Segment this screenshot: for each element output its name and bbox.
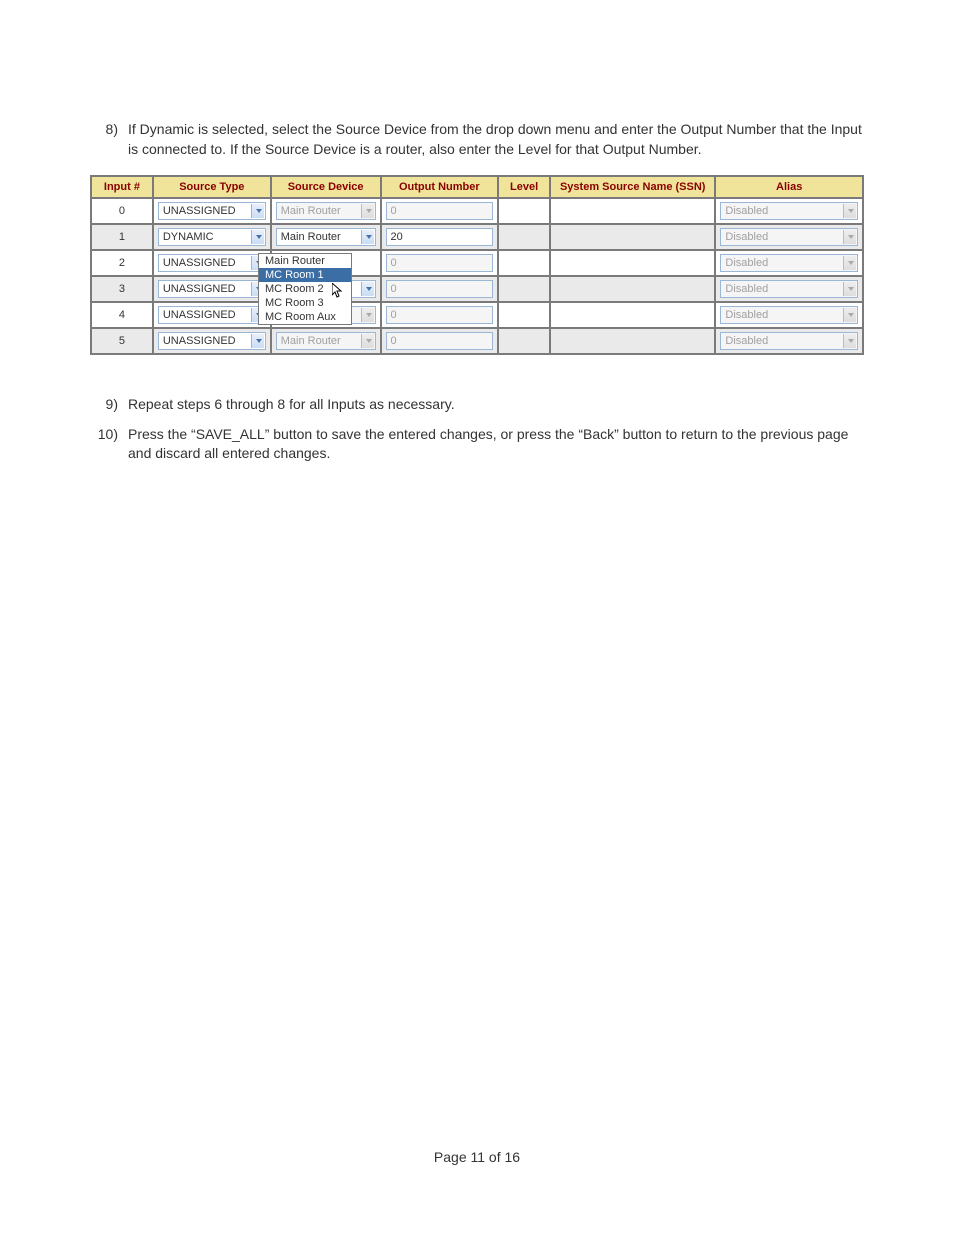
- cell-input-number: 4: [91, 302, 153, 328]
- dropdown-option[interactable]: MC Room Aux: [259, 310, 351, 324]
- header-output-number: Output Number: [381, 176, 499, 198]
- table-row: 5 UNASSIGNED Main Router 0 Disabled: [91, 328, 863, 354]
- cell-ssn: [550, 198, 715, 224]
- source-device-select[interactable]: Main Router: [276, 228, 376, 246]
- alias-select: Disabled: [720, 332, 858, 350]
- alias-select: Disabled: [720, 254, 858, 272]
- step-9-text: Repeat steps 6 through 8 for all Inputs …: [122, 395, 864, 415]
- cell-input-number: 2: [91, 250, 153, 276]
- source-type-select[interactable]: UNASSIGNED: [158, 202, 266, 220]
- header-ssn: System Source Name (SSN): [550, 176, 715, 198]
- header-alias: Alias: [715, 176, 863, 198]
- alias-select: Disabled: [720, 280, 858, 298]
- cell-input-number: 5: [91, 328, 153, 354]
- cell-ssn: [550, 302, 715, 328]
- output-number-input: 0: [386, 254, 494, 272]
- cell-level: [498, 224, 550, 250]
- source-type-select[interactable]: UNASSIGNED: [158, 280, 266, 298]
- cell-level: [498, 250, 550, 276]
- source-device-select: Main Router: [276, 332, 376, 350]
- source-type-select[interactable]: UNASSIGNED: [158, 254, 266, 272]
- step-9-num: 9): [90, 395, 122, 415]
- cell-level: [498, 198, 550, 224]
- header-source-device: Source Device: [271, 176, 381, 198]
- step-9: 9) Repeat steps 6 through 8 for all Inpu…: [90, 395, 864, 415]
- table-row: 3 UNASSIGNED 0 Disabled: [91, 276, 863, 302]
- inputs-table: Input # Source Type Source Device Output…: [90, 175, 864, 355]
- source-type-select[interactable]: DYNAMIC: [158, 228, 266, 246]
- cell-ssn: [550, 276, 715, 302]
- output-number-input: 0: [386, 280, 494, 298]
- output-number-input: 0: [386, 202, 494, 220]
- source-type-select[interactable]: UNASSIGNED: [158, 306, 266, 324]
- source-device-select: Main Router: [276, 202, 376, 220]
- cell-input-number: 0: [91, 198, 153, 224]
- cell-input-number: 1: [91, 224, 153, 250]
- alias-select: Disabled: [720, 306, 858, 324]
- header-level: Level: [498, 176, 550, 198]
- header-input-number: Input #: [91, 176, 153, 198]
- cell-level: [498, 276, 550, 302]
- dropdown-option[interactable]: Main Router: [259, 254, 351, 268]
- alias-select: Disabled: [720, 202, 858, 220]
- dropdown-option[interactable]: MC Room 1: [259, 268, 351, 282]
- page-footer: Page 11 of 16: [0, 1149, 954, 1165]
- step-10-text: Press the “SAVE_ALL” button to save the …: [122, 425, 864, 464]
- table-row: 4UNASSIGNEDMain Router0Disabled: [91, 302, 863, 328]
- cell-input-number: 3: [91, 276, 153, 302]
- step-8-text: If Dynamic is selected, select the Sourc…: [122, 120, 864, 159]
- output-number-input[interactable]: 20: [386, 228, 494, 246]
- cell-ssn: [550, 250, 715, 276]
- source-type-select[interactable]: UNASSIGNED: [158, 332, 266, 350]
- step-8-num: 8): [90, 120, 122, 159]
- cell-ssn: [550, 224, 715, 250]
- step-10: 10) Press the “SAVE_ALL” button to save …: [90, 425, 864, 464]
- cell-ssn: [550, 328, 715, 354]
- alias-select: Disabled: [720, 228, 858, 246]
- table-row: 1 DYNAMIC Main Router 20 Disabled: [91, 224, 863, 250]
- cursor-icon: [332, 283, 344, 299]
- step-8: 8) If Dynamic is selected, select the So…: [90, 120, 864, 159]
- output-number-input: 0: [386, 306, 494, 324]
- inputs-table-wrap: Input # Source Type Source Device Output…: [90, 175, 864, 355]
- cell-level: [498, 328, 550, 354]
- header-source-type: Source Type: [153, 176, 271, 198]
- table-row: 2 UNASSIGNED 0 Disabled: [91, 250, 863, 276]
- table-row: 0 UNASSIGNED Main Router 0 Disabled: [91, 198, 863, 224]
- step-10-num: 10): [90, 425, 122, 464]
- cell-level: [498, 302, 550, 328]
- output-number-input: 0: [386, 332, 494, 350]
